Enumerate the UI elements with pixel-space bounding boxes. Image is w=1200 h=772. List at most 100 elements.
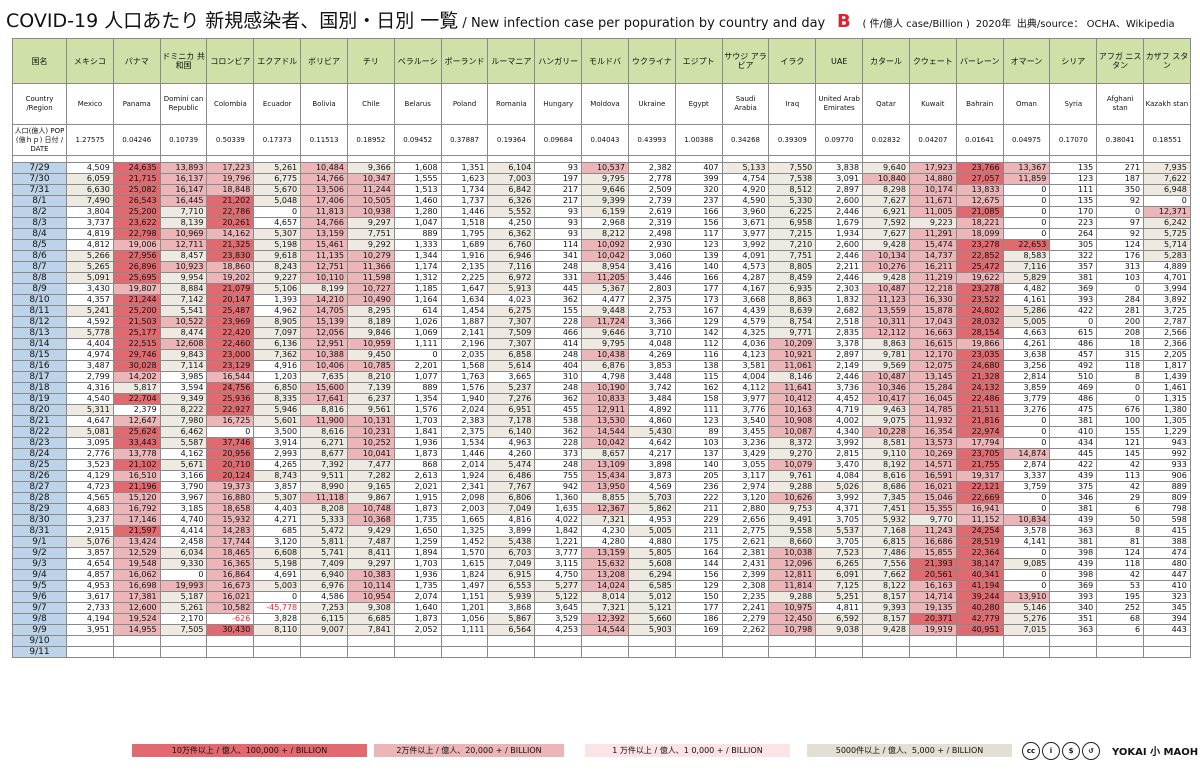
- value-cell: 11,118: [300, 492, 348, 504]
- value-cell: 5,472: [300, 525, 348, 537]
- value-cell: 21,325: [206, 239, 255, 251]
- value-cell: 236: [674, 481, 723, 493]
- value-cell: 1,894: [393, 547, 442, 559]
- country-name-en: Panama: [112, 83, 161, 125]
- value-cell: 4,161: [1002, 294, 1051, 306]
- value-cell: [908, 635, 957, 647]
- value-cell: 11,814: [768, 580, 817, 592]
- value-cell: 6,972: [487, 272, 536, 284]
- value-cell: 5,703: [627, 492, 676, 504]
- country-name-ja: ルーマニア: [487, 38, 536, 84]
- value-cell: 4,860: [627, 415, 676, 427]
- value-cell: 1,111: [440, 624, 489, 636]
- table-row: 8/19 4,540 22,704 9,349 25,936 8,335 17,641 6,2…: [12, 393, 1191, 405]
- value-cell: 6,806: [487, 492, 536, 504]
- value-cell: 7,509: [487, 327, 536, 339]
- value-cell: 6,703: [487, 547, 536, 559]
- value-cell: 9,795: [581, 338, 629, 350]
- country-name-en: United Arab Emirates: [815, 83, 864, 125]
- value-cell: [487, 646, 536, 658]
- country-name-en: Iraq: [768, 83, 817, 125]
- value-cell: 942: [534, 481, 583, 493]
- value-cell: 17,641: [300, 393, 348, 405]
- date-cell: 8/3: [12, 217, 67, 229]
- value-cell: 6,876: [581, 360, 629, 372]
- value-cell: 5,932: [862, 514, 910, 526]
- value-cell: 4,663: [1002, 327, 1051, 339]
- value-cell: 5,251: [815, 591, 864, 603]
- value-cell: 7,980: [159, 415, 208, 427]
- value-cell: 3,487: [66, 360, 114, 372]
- value-cell: 5,122: [534, 591, 583, 603]
- value-cell: 68: [1096, 613, 1145, 625]
- value-cell: 3,095: [66, 437, 114, 449]
- infection-table: 国名 メキシコ パナマ ドミニカ 共和国 コロンビア エクアドル ボリビア チリ ベラルーシ ポー…: [12, 38, 1191, 658]
- value-cell: 14,880: [908, 173, 957, 185]
- table-row: 8/31 2,915 21,597 4,414 14,283 685 5,472 9,429 1…: [12, 525, 1191, 537]
- value-cell: [674, 646, 723, 658]
- value-cell: 12,811: [768, 569, 817, 581]
- table-row: 8/23 3,095 33,443 5,587 37,746 3,914 6,271 10,2…: [12, 437, 1191, 449]
- value-cell: 158: [674, 393, 723, 405]
- value-cell: 4,217: [627, 448, 676, 460]
- value-cell: 2,897: [815, 349, 864, 361]
- value-cell: 9,867: [346, 492, 395, 504]
- value-cell: 1,634: [440, 294, 489, 306]
- value-cell: 5,005: [627, 525, 676, 537]
- value-cell: 12,170: [908, 349, 957, 361]
- value-cell: 7,003: [487, 173, 536, 185]
- country-population: 0.02832: [862, 124, 910, 156]
- value-cell: 18,099: [955, 228, 1004, 240]
- spacer-cell: [627, 155, 676, 163]
- value-cell: 3,977: [721, 228, 770, 240]
- value-cell: 1,174: [393, 261, 442, 273]
- value-cell: 6,486: [487, 470, 536, 482]
- spacer-cell: [159, 155, 208, 163]
- value-cell: 5,867: [487, 613, 536, 625]
- value-cell: 1,325: [440, 525, 489, 537]
- table-row: 9/5 4,953 16,698 19,993 16,673 5,003 6,976 10,1…: [12, 580, 1191, 592]
- value-cell: 4,569: [627, 481, 676, 493]
- date-cell: 8/17: [12, 371, 67, 383]
- value-cell: 6,225: [768, 206, 817, 218]
- value-cell: 1,203: [253, 371, 302, 383]
- value-cell: 2,613: [393, 470, 442, 482]
- value-cell: 4,889: [1143, 261, 1191, 273]
- value-cell: 187: [1096, 173, 1145, 185]
- spacer-cell: [66, 155, 114, 163]
- value-cell: 415: [1143, 525, 1191, 537]
- value-cell: 228: [534, 316, 583, 328]
- value-cell: 394: [1143, 613, 1191, 625]
- value-cell: 8,583: [1002, 250, 1051, 262]
- value-cell: [112, 646, 161, 658]
- value-cell: 20,710: [206, 459, 255, 471]
- value-cell: 2,074: [393, 591, 442, 603]
- value-cell: 466: [534, 327, 583, 339]
- header-row-english: Country /Region Mexico Panama Domini can Re…: [12, 83, 1191, 125]
- table-row: 8/30 3,237 17,146 4,740 15,932 4,271 5,333 10,3…: [12, 514, 1191, 526]
- value-cell: [487, 635, 536, 647]
- value-cell: 116: [674, 349, 723, 361]
- value-cell: 150: [674, 591, 723, 603]
- value-cell: 1,650: [393, 525, 442, 537]
- value-cell: 7,523: [815, 547, 864, 559]
- value-cell: 252: [1096, 602, 1145, 614]
- value-cell: 8,990: [300, 481, 348, 493]
- value-cell: 5,741: [300, 547, 348, 559]
- value-cell: 7,116: [487, 261, 536, 273]
- value-cell: [768, 646, 817, 658]
- value-cell: 248: [534, 459, 583, 471]
- value-cell: 1,518: [440, 217, 489, 229]
- value-cell: 0: [1002, 580, 1051, 592]
- value-cell: 18,465: [206, 547, 255, 559]
- value-cell: 123: [1049, 173, 1098, 185]
- value-cell: 363: [1049, 624, 1098, 636]
- value-cell: 6,921: [862, 206, 910, 218]
- value-cell: 10,209: [768, 338, 817, 350]
- country-name-en: Qatar: [862, 83, 910, 125]
- value-cell: 1,647: [440, 283, 489, 295]
- value-cell: 111: [674, 404, 723, 416]
- value-cell: 439: [1049, 470, 1098, 482]
- table-row: 8/11 5,241 25,200 5,541 25,487 4,962 14,705 8,2…: [12, 305, 1191, 317]
- value-cell: 140: [674, 261, 723, 273]
